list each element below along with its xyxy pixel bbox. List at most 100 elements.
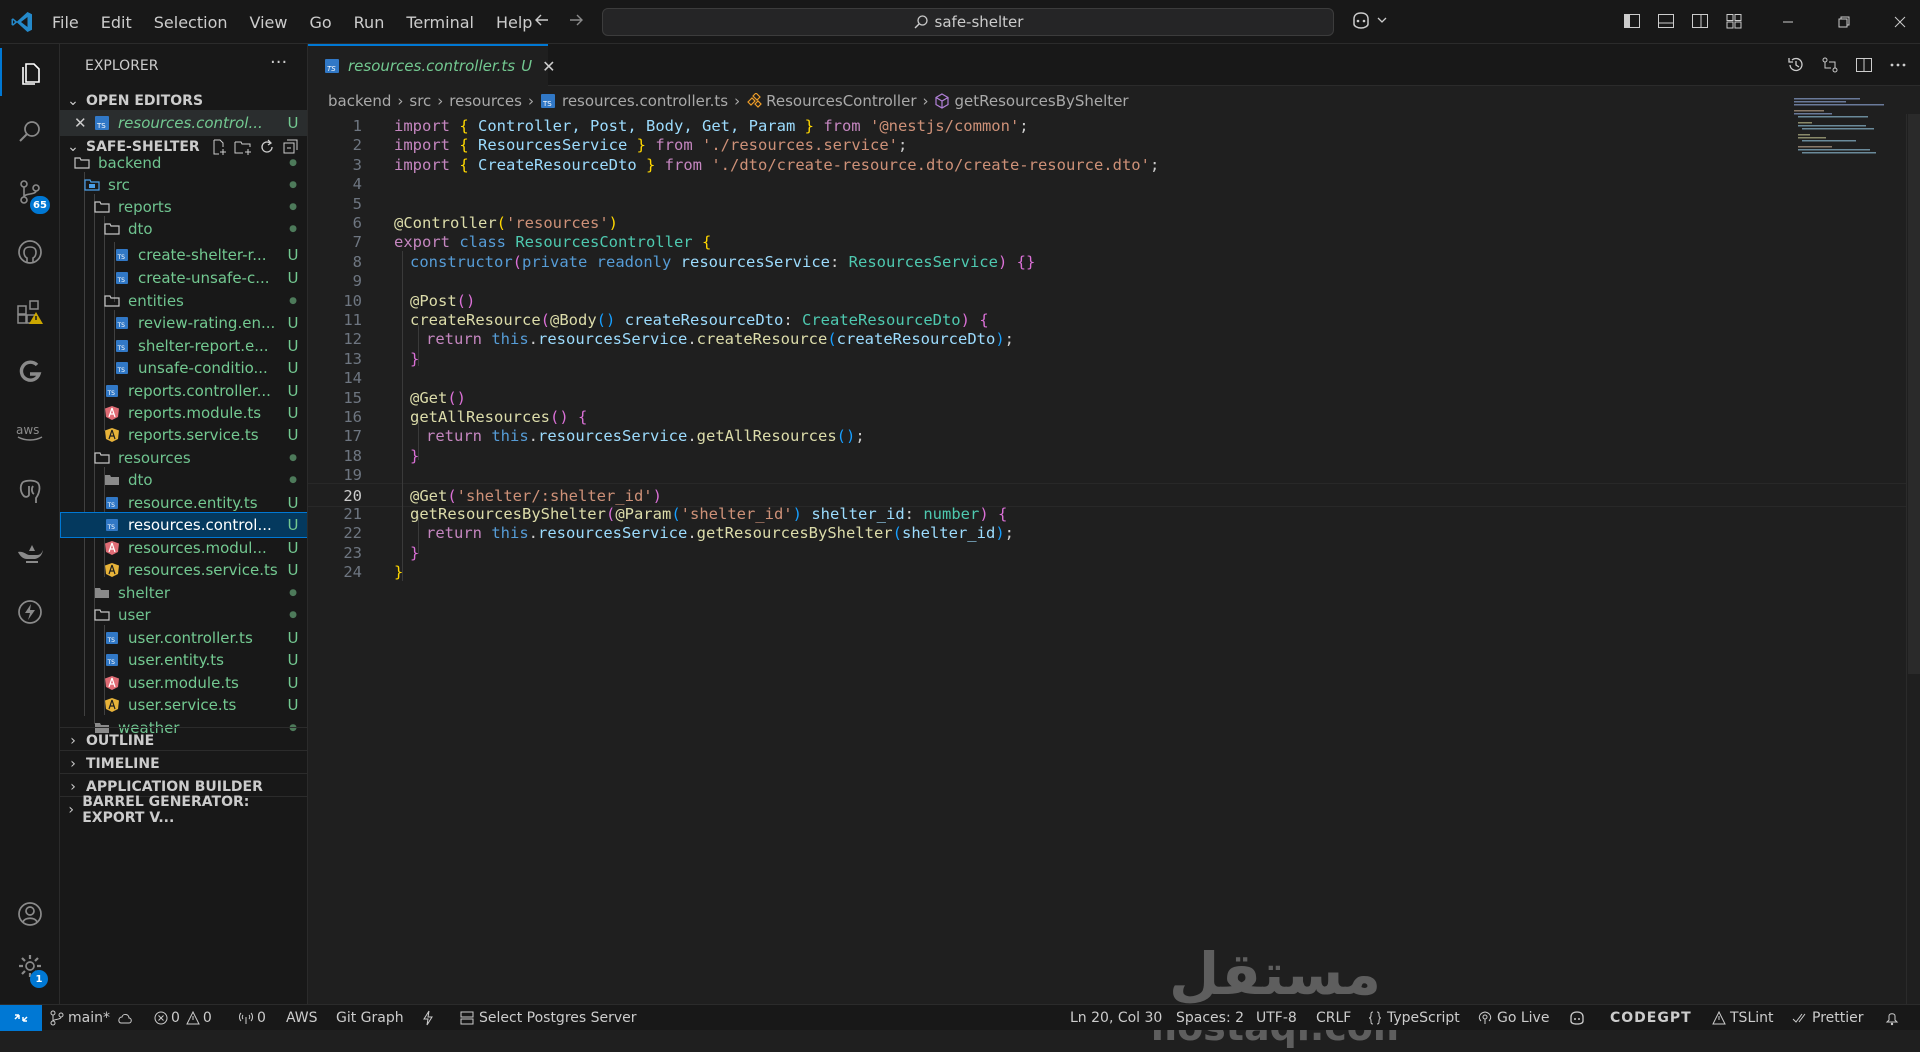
menu-file[interactable]: File (52, 13, 79, 32)
customize-layout-icon[interactable] (1724, 11, 1744, 31)
menu-run[interactable]: Run (354, 13, 385, 32)
copilot-menu[interactable] (1350, 10, 1388, 30)
back-arrow-icon[interactable] (532, 10, 552, 30)
cursor-position[interactable]: Ln 20, Col 30 (1070, 1005, 1162, 1031)
open-editor-item[interactable]: ✕ TS resources.control... U (60, 110, 307, 136)
remote-indicator[interactable] (0, 1005, 42, 1031)
menu-edit[interactable]: Edit (101, 13, 132, 32)
breadcrumb-file[interactable]: resources.controller.ts (562, 92, 728, 110)
git-graph-status[interactable]: Git Graph (336, 1005, 404, 1031)
search-activity[interactable] (0, 108, 60, 156)
indent-guide (418, 419, 419, 461)
ports-status[interactable]: 0 (238, 1005, 266, 1031)
copilot-status[interactable] (1568, 1005, 1586, 1031)
breadcrumb-backend[interactable]: backend (328, 92, 391, 110)
branch-name: main* (68, 1010, 110, 1026)
aws-icon: aws (16, 423, 43, 441)
tree-item-name: src (108, 176, 130, 194)
breadcrumb-resources[interactable]: resources (449, 92, 522, 110)
command-center-search[interactable]: safe-shelter (602, 8, 1334, 36)
source-control-activity[interactable]: 65 (0, 168, 60, 216)
menu-help[interactable]: Help (496, 13, 532, 32)
accounts-activity[interactable] (0, 890, 60, 938)
explorer-more-actions[interactable]: ··· (270, 52, 287, 73)
more-actions-icon[interactable] (1888, 55, 1908, 75)
split-editor-icon[interactable] (1854, 55, 1874, 75)
lightning-status[interactable] (422, 1005, 434, 1031)
minimize-button[interactable] (1760, 0, 1816, 44)
problems-status[interactable]: 0 0 (154, 1005, 212, 1031)
timeline-label: TIMELINE (86, 755, 160, 772)
extensions-warning-icon (17, 300, 43, 324)
tree-item-name: create-shelter-r... (138, 246, 267, 264)
language-status[interactable]: TypeScript (1368, 1005, 1460, 1031)
toggle-secondary-sidebar-icon[interactable] (1690, 11, 1710, 31)
editor-area: TS resources.controller.ts U ✕ backend › … (308, 44, 1920, 1049)
breadcrumb-method[interactable]: getResourcesByShelter (954, 92, 1128, 110)
vertical-scrollbar[interactable] (1906, 114, 1920, 1004)
postgres-activity[interactable] (0, 468, 60, 516)
application-builder-label: APPLICATION BUILDER (86, 778, 263, 795)
code-line[interactable]: 24} (308, 560, 1908, 584)
tslint-status[interactable]: TSLint (1712, 1005, 1774, 1031)
branch-status[interactable]: main* (50, 1005, 134, 1031)
compare-changes-icon[interactable] (1820, 55, 1840, 75)
gitkraken-activity[interactable] (0, 348, 60, 396)
extensions-activity[interactable] (0, 288, 60, 336)
notifications-status[interactable] (1884, 1005, 1900, 1031)
chevron-down-icon: ⌄ (67, 93, 79, 109)
menu-go[interactable]: Go (309, 13, 331, 32)
codegpt-status[interactable]: CODEGPT (1610, 1005, 1692, 1031)
tree-item-name: reports.controller... (128, 382, 271, 400)
github-icon (18, 240, 42, 264)
close-tab-icon[interactable]: ✕ (542, 57, 555, 76)
menu-selection[interactable]: Selection (154, 13, 228, 32)
minimap[interactable] (1794, 96, 1904, 156)
prettier-label: Prettier (1812, 1010, 1864, 1026)
eol-status[interactable]: CRLF (1316, 1005, 1351, 1031)
toggle-panel-icon[interactable] (1656, 11, 1676, 31)
encoding-status[interactable]: UTF-8 (1256, 1005, 1297, 1031)
double-check-icon (1792, 1013, 1806, 1023)
breadcrumb-class[interactable]: ResourcesController (766, 92, 916, 110)
github-activity[interactable] (0, 228, 60, 276)
files-icon (22, 63, 40, 85)
go-live-status[interactable]: Go Live (1478, 1005, 1549, 1031)
database-elephant-icon (19, 479, 41, 503)
genie-activity[interactable] (0, 528, 60, 576)
svg-text:aws: aws (16, 423, 39, 437)
maximize-button[interactable] (1816, 0, 1872, 44)
manage-activity[interactable]: 1 (0, 942, 60, 990)
lightning-icon (18, 600, 42, 624)
aws-activity[interactable]: aws (0, 408, 60, 456)
close-window-button[interactable] (1872, 0, 1920, 44)
barrel-generator-section[interactable]: › BARREL GENERATOR: EXPORT V... (60, 794, 307, 826)
close-icon[interactable]: ✕ (74, 114, 94, 132)
menu-view[interactable]: View (250, 13, 288, 32)
folder-icon (104, 221, 120, 237)
svg-text:TS: TS (107, 390, 116, 397)
explorer-activity[interactable] (0, 48, 60, 96)
tree-folder[interactable]: dto ● (60, 216, 307, 242)
indentation-status[interactable]: Spaces: 2 (1176, 1005, 1244, 1031)
restore-icon (1838, 16, 1850, 28)
bell-icon (1885, 1013, 1899, 1026)
breadcrumb-src[interactable]: src (409, 92, 431, 110)
tree-item-name: review-rating.en... (138, 314, 276, 332)
timeline-history-icon[interactable] (1786, 55, 1806, 75)
toggle-primary-sidebar-icon[interactable] (1622, 11, 1642, 31)
explorer-sidebar: EXPLORER ··· ⌄ OPEN EDITORS ✕ TS resource… (60, 44, 308, 1004)
indent-guide (418, 325, 419, 367)
thunder-client-activity[interactable] (0, 588, 60, 636)
scrollbar-thumb[interactable] (1908, 114, 1920, 674)
prettier-status[interactable]: Prettier (1792, 1005, 1864, 1031)
menu-terminal[interactable]: Terminal (406, 13, 474, 32)
editor-tab[interactable]: TS resources.controller.ts U ✕ (308, 44, 556, 86)
tab-status: U (521, 57, 533, 75)
forward-arrow-icon[interactable] (566, 10, 586, 30)
svg-text:TS: TS (542, 100, 552, 108)
tab-label: resources.controller.ts (348, 57, 516, 75)
postgres-status[interactable]: Select Postgres Server (460, 1005, 637, 1031)
aws-status[interactable]: AWS (286, 1005, 318, 1031)
mostaql-watermark: مستقل mostaql.com (1150, 940, 1400, 1049)
